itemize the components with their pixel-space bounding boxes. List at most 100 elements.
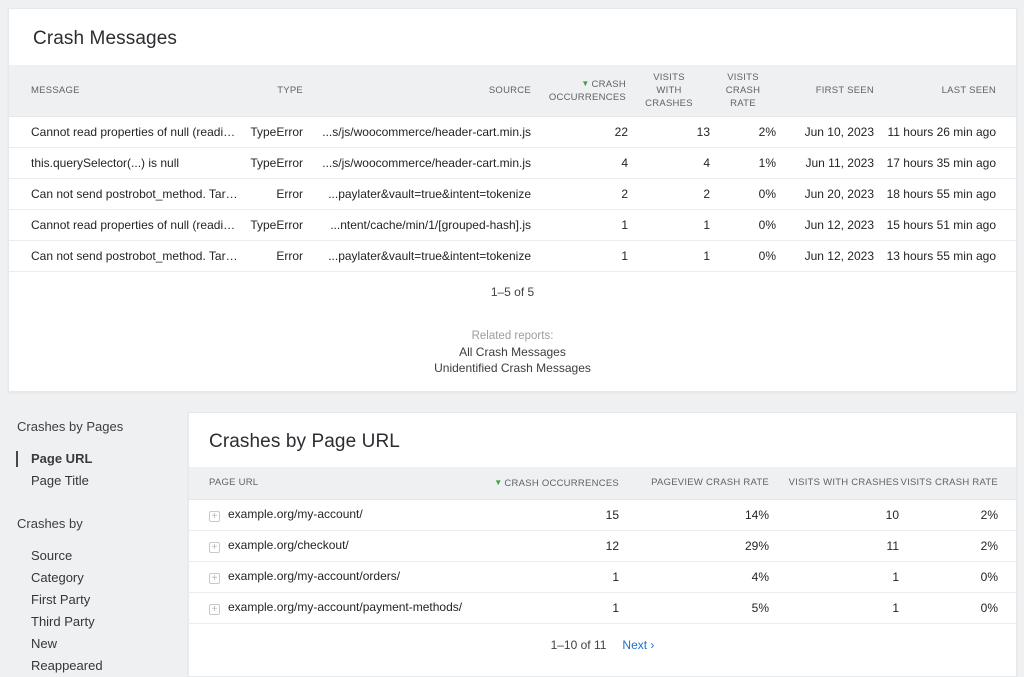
col-header-first-seen[interactable]: First Seen xyxy=(776,65,874,117)
col-header-crash-occurrences[interactable]: ▼Crash Occurrences xyxy=(531,65,628,117)
visits-crash-rate: 0% xyxy=(710,241,776,272)
table-row[interactable]: this.querySelector(...) is null TypeErro… xyxy=(9,148,1017,179)
crash-source: ...paylater&vault=true&intent=tokenize xyxy=(303,179,531,210)
sort-desc-icon: ▼ xyxy=(494,478,502,487)
visits-with-crashes: 2 xyxy=(628,179,710,210)
pagination-range: 1–5 of 5 xyxy=(9,285,1016,299)
sidebar-section-header: Crashes by xyxy=(17,516,188,531)
crash-type: TypeError xyxy=(241,210,303,241)
pageview-crash-rate: 5% xyxy=(619,592,769,623)
first-seen: Jun 10, 2023 xyxy=(776,117,874,148)
sidebar-item-third-party[interactable]: Third Party xyxy=(17,611,188,633)
crash-occurrences: 2 xyxy=(531,179,628,210)
crash-analytics-page: Crash Messages Message Type Source ▼Cras… xyxy=(0,0,1024,677)
sidebar-item-category[interactable]: Category xyxy=(17,567,188,589)
crash-occurrences: 12 xyxy=(484,530,619,561)
table-row[interactable]: Can not send postrobot_method. Target w.… xyxy=(9,179,1017,210)
crash-message-label[interactable]: Can not send postrobot_method. Target w.… xyxy=(9,179,241,210)
crash-messages-widget: Crash Messages Message Type Source ▼Cras… xyxy=(8,8,1017,392)
visits-with-crashes: 1 xyxy=(769,592,899,623)
col-header-visits-with-crashes[interactable]: Visits with Crashes xyxy=(769,467,899,499)
visits-crash-rate: 1% xyxy=(710,148,776,179)
active-indicator-bar xyxy=(16,451,18,467)
crash-messages-table: Message Type Source ▼Crash Occurrences V… xyxy=(9,65,1017,272)
crashes-by-page-url-table: Page URL ▼Crash Occurrences Pageview Cra… xyxy=(189,467,1017,624)
col-header-visits-with-crashes[interactable]: Visits with Crashes xyxy=(628,65,710,117)
table-row[interactable]: +example.org/checkout/ 12 29% 11 2% xyxy=(189,530,1017,561)
crash-occurrences: 15 xyxy=(484,499,619,530)
crash-type: TypeError xyxy=(241,148,303,179)
col-header-page-url[interactable]: Page URL xyxy=(189,467,484,499)
sidebar-item-reappeared[interactable]: Reappeared xyxy=(17,655,188,677)
sidebar-item-source[interactable]: Source xyxy=(17,545,188,567)
sidebar-item-page-url[interactable]: Page URL xyxy=(17,448,188,470)
visits-crash-rate: 2% xyxy=(899,499,1017,530)
crash-message-label[interactable]: Can not send postrobot_method. Target w.… xyxy=(9,241,241,272)
first-seen: Jun 12, 2023 xyxy=(776,210,874,241)
crash-message-label[interactable]: Cannot read properties of null (reading … xyxy=(9,210,241,241)
first-seen: Jun 11, 2023 xyxy=(776,148,874,179)
crash-occurrences: 22 xyxy=(531,117,628,148)
col-header-type[interactable]: Type xyxy=(241,65,303,117)
last-seen: 13 hours 55 min ago xyxy=(874,241,1017,272)
last-seen: 17 hours 35 min ago xyxy=(874,148,1017,179)
pagination-next-link[interactable]: Next › xyxy=(622,638,654,652)
col-header-message[interactable]: Message xyxy=(9,65,241,117)
crashes-by-section: Crashes by Pages Page URL Page Title Cra… xyxy=(0,405,1024,677)
expand-icon[interactable]: + xyxy=(209,511,220,522)
crash-type: Error xyxy=(241,179,303,210)
visits-with-crashes: 1 xyxy=(769,561,899,592)
visits-crash-rate: 2% xyxy=(710,117,776,148)
visits-crash-rate: 0% xyxy=(710,179,776,210)
page-url-label[interactable]: +example.org/my-account/payment-methods/ xyxy=(189,592,484,623)
crash-message-label[interactable]: Cannot read properties of null (reading … xyxy=(9,117,241,148)
col-header-visits-crash-rate[interactable]: Visits Crash Rate xyxy=(899,467,1017,499)
crash-message-label[interactable]: this.querySelector(...) is null xyxy=(9,148,241,179)
crash-occurrences: 1 xyxy=(531,241,628,272)
related-reports-label: Related reports: xyxy=(9,328,1016,344)
visits-with-crashes: 13 xyxy=(628,117,710,148)
visits-with-crashes: 1 xyxy=(628,241,710,272)
sidebar-item-first-party[interactable]: First Party xyxy=(17,589,188,611)
crash-source: ...ntent/cache/min/1/[grouped-hash].js xyxy=(303,210,531,241)
related-report-link-unidentified-crash-messages[interactable]: Unidentified Crash Messages xyxy=(9,360,1016,376)
pagination: 1–10 of 11 Next › xyxy=(189,638,1016,652)
last-seen: 11 hours 26 min ago xyxy=(874,117,1017,148)
table-header-row: Page URL ▼Crash Occurrences Pageview Cra… xyxy=(189,467,1017,499)
col-header-pageview-crash-rate[interactable]: Pageview Crash Rate xyxy=(619,467,769,499)
visits-with-crashes: 1 xyxy=(628,210,710,241)
table-row[interactable]: Cannot read properties of null (reading … xyxy=(9,210,1017,241)
last-seen: 15 hours 51 min ago xyxy=(874,210,1017,241)
sidebar-item-page-title[interactable]: Page Title xyxy=(17,470,188,492)
table-header-row: Message Type Source ▼Crash Occurrences V… xyxy=(9,65,1017,117)
col-header-crash-occurrences[interactable]: ▼Crash Occurrences xyxy=(484,467,619,499)
table-row[interactable]: +example.org/my-account/orders/ 1 4% 1 0… xyxy=(189,561,1017,592)
visits-with-crashes: 10 xyxy=(769,499,899,530)
crash-source: ...s/js/woocommerce/header-cart.min.js xyxy=(303,148,531,179)
pagination-range: 1–10 of 11 xyxy=(551,638,607,652)
expand-icon[interactable]: + xyxy=(209,604,220,615)
col-header-last-seen[interactable]: Last Seen xyxy=(874,65,1017,117)
sort-desc-icon: ▼ xyxy=(581,79,589,88)
crash-source: ...s/js/woocommerce/header-cart.min.js xyxy=(303,117,531,148)
page-url-label[interactable]: +example.org/checkout/ xyxy=(189,530,484,561)
crash-type: TypeError xyxy=(241,117,303,148)
crash-type: Error xyxy=(241,241,303,272)
page-url-label[interactable]: +example.org/my-account/orders/ xyxy=(189,561,484,592)
table-row[interactable]: +example.org/my-account/payment-methods/… xyxy=(189,592,1017,623)
related-report-link-all-crash-messages[interactable]: All Crash Messages xyxy=(9,344,1016,360)
col-header-visits-crash-rate[interactable]: Visits Crash Rate xyxy=(710,65,776,117)
table-row[interactable]: +example.org/my-account/ 15 14% 10 2% xyxy=(189,499,1017,530)
crash-source: ...paylater&vault=true&intent=tokenize xyxy=(303,241,531,272)
page-url-label[interactable]: +example.org/my-account/ xyxy=(189,499,484,530)
visits-crash-rate: 0% xyxy=(899,561,1017,592)
crash-occurrences: 4 xyxy=(531,148,628,179)
col-header-source[interactable]: Source xyxy=(303,65,531,117)
expand-icon[interactable]: + xyxy=(209,573,220,584)
sidebar-item-new[interactable]: New xyxy=(17,633,188,655)
crash-occurrences: 1 xyxy=(484,592,619,623)
table-row[interactable]: Cannot read properties of null (reading … xyxy=(9,117,1017,148)
crash-occurrences: 1 xyxy=(484,561,619,592)
expand-icon[interactable]: + xyxy=(209,542,220,553)
table-row[interactable]: Can not send postrobot_method. Target w.… xyxy=(9,241,1017,272)
